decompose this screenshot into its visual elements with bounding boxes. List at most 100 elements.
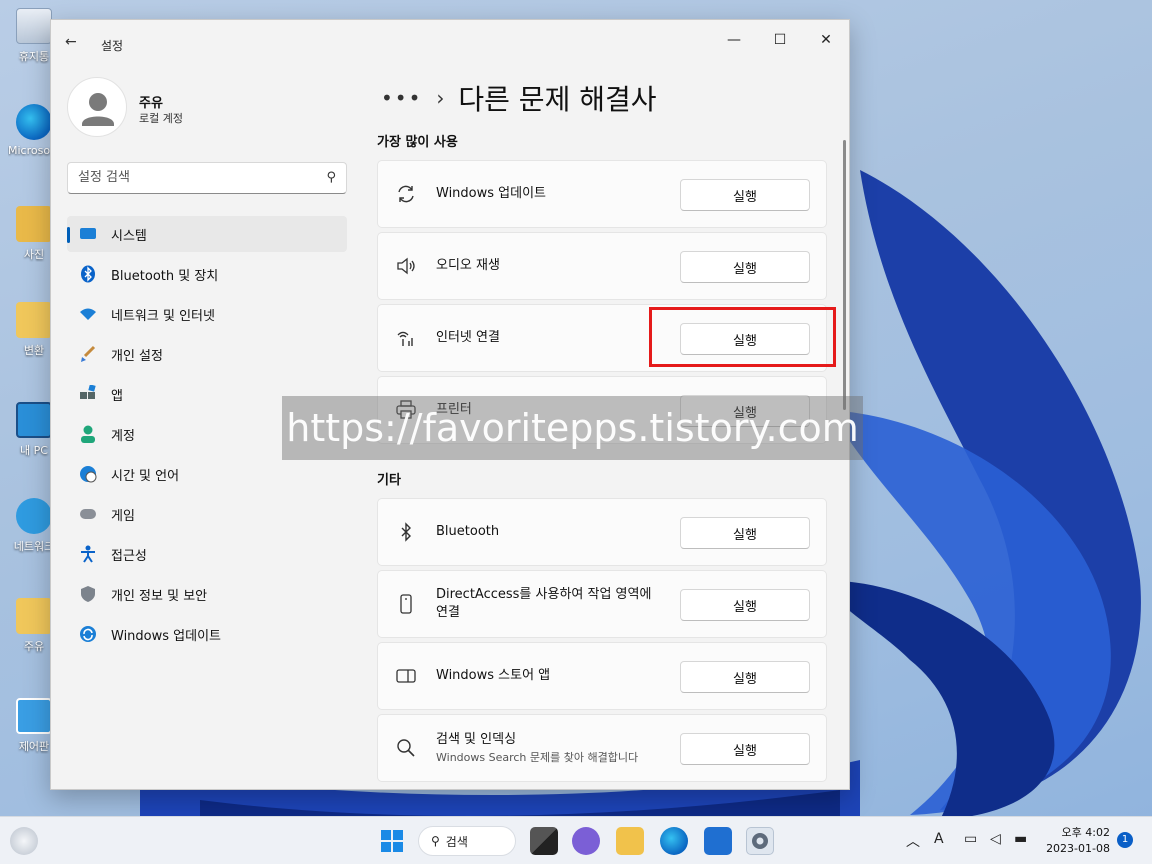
user-name: 주유 <box>139 96 163 111</box>
sidebar-item-bluetooth[interactable]: Bluetooth 및 장치 <box>67 256 347 292</box>
avatar[interactable] <box>67 77 127 137</box>
bluetooth-icon <box>79 265 97 283</box>
chevron-right-icon: › <box>436 86 445 110</box>
sidebar-item-label: 계정 <box>111 428 135 444</box>
search-icon: ⚲ <box>431 834 440 848</box>
gamepad-icon <box>79 505 97 523</box>
chevron-up-icon[interactable]: ︿ <box>906 831 920 851</box>
brush-icon <box>79 345 97 363</box>
troubleshooter-search-indexing: 검색 및 인덱싱 Windows Search 문제를 찾아 해결합니다 실행 <box>377 714 827 782</box>
highlight-box <box>649 307 836 367</box>
folder-icon <box>16 598 52 634</box>
search-icon[interactable]: ⚲ <box>326 170 336 185</box>
settings-search[interactable]: ⚲ <box>67 162 347 194</box>
sidebar-item-label: Windows 업데이트 <box>111 628 222 644</box>
clock-date: 2023-01-08 <box>1046 842 1110 855</box>
account-icon <box>79 425 97 443</box>
troubleshooter-store-apps: Windows 스토어 앱 실행 <box>377 642 827 710</box>
troubleshooter-audio: 오디오 재생 실행 <box>377 232 827 300</box>
troubleshooter-bluetooth: Bluetooth 실행 <box>377 498 827 566</box>
person-icon <box>82 93 114 126</box>
back-arrow-icon[interactable]: ← <box>65 34 77 50</box>
sidebar-item-network[interactable]: 네트워크 및 인터넷 <box>67 296 347 332</box>
page-title: 다른 문제 해결사 <box>458 83 657 116</box>
clock[interactable]: 오후 4:02 2023-01-08 <box>1044 825 1110 857</box>
bluetooth-icon <box>394 520 418 544</box>
sidebar-item-label: 개인 설정 <box>111 348 163 364</box>
section-title-other: 기타 <box>377 473 401 488</box>
wifi-icon <box>79 305 97 323</box>
notification-badge[interactable]: 1 <box>1117 832 1133 848</box>
accessibility-icon <box>79 545 97 563</box>
app-title: 설정 <box>101 39 124 53</box>
refresh-icon <box>394 182 418 206</box>
edge-icon[interactable] <box>660 827 688 855</box>
folder-icon <box>16 206 52 242</box>
store-icon[interactable] <box>704 827 732 855</box>
network-antenna-icon <box>394 326 418 350</box>
speaker-icon <box>394 254 418 278</box>
system-icon <box>79 225 97 243</box>
close-button[interactable]: ✕ <box>803 28 849 52</box>
recycle-bin-icon <box>16 8 52 44</box>
sidebar-item-label: 시간 및 언어 <box>111 468 180 484</box>
breadcrumb: ••• › 다른 문제 해결사 <box>381 78 657 118</box>
sidebar-item-label: 접근성 <box>111 548 147 564</box>
taskbar-search-label: 검색 <box>445 834 468 849</box>
sidebar-item-label: Bluetooth 및 장치 <box>111 268 219 284</box>
volume-icon[interactable]: ◁ <box>990 831 1001 847</box>
battery-icon[interactable]: ▬ <box>1014 831 1027 847</box>
watermark-url: https://favoritepps.tistory.com <box>282 396 863 460</box>
ime-indicator[interactable]: A <box>934 831 944 847</box>
taskbar-search[interactable]: ⚲ 검색 <box>418 826 516 856</box>
account-type: 로컬 계정 <box>139 112 183 125</box>
settings-gear-icon[interactable] <box>746 827 774 855</box>
run-button-search-indexing[interactable]: 실행 <box>680 733 810 765</box>
run-button-audio[interactable]: 실행 <box>680 251 810 283</box>
file-explorer-icon[interactable] <box>616 827 644 855</box>
search-input[interactable] <box>78 170 308 185</box>
start-windows-icon[interactable] <box>378 827 406 855</box>
chat-icon[interactable] <box>572 827 600 855</box>
globe-clock-icon <box>79 465 97 483</box>
control-panel-icon <box>16 698 52 734</box>
task-view-icon[interactable] <box>530 827 558 855</box>
shield-icon <box>79 585 97 603</box>
sidebar-item-time-language[interactable]: 시간 및 언어 <box>67 456 347 492</box>
sidebar-item-privacy-security[interactable]: 개인 정보 및 보안 <box>67 576 347 612</box>
sidebar-item-personalization[interactable]: 개인 설정 <box>67 336 347 372</box>
phone-device-icon <box>394 592 418 616</box>
network-icon[interactable]: ▭ <box>964 831 977 847</box>
run-button-bluetooth[interactable]: 실행 <box>680 517 810 549</box>
sidebar-item-system[interactable]: 시스템 <box>67 216 347 252</box>
apps-icon <box>79 385 97 403</box>
breadcrumb-more-button[interactable]: ••• <box>381 86 422 110</box>
sidebar-item-accessibility[interactable]: 접근성 <box>67 536 347 572</box>
sidebar-item-label: 앱 <box>111 388 123 404</box>
troubleshooter-windows-update: Windows 업데이트 실행 <box>377 160 827 228</box>
scrollbar[interactable] <box>843 140 846 410</box>
clock-time: 오후 4:02 <box>1061 826 1110 839</box>
widgets-icon[interactable] <box>10 827 38 855</box>
taskbar: ⚲ 검색 ︿ A ▭ ◁ ▬ 오후 4:02 2023-01-08 1 <box>0 816 1152 864</box>
sidebar-item-label: 게임 <box>111 508 135 524</box>
maximize-button[interactable]: ☐ <box>757 28 803 52</box>
run-button-directaccess[interactable]: 실행 <box>680 589 810 621</box>
update-icon <box>79 625 97 643</box>
sidebar-item-label: 개인 정보 및 보안 <box>111 588 208 604</box>
network-icon <box>16 498 52 534</box>
folder-icon <box>16 302 52 338</box>
edge-icon <box>16 104 52 140</box>
sidebar-item-label: 시스템 <box>111 228 147 244</box>
sidebar-item-windows-update[interactable]: Windows 업데이트 <box>67 616 347 652</box>
title-bar: ← 설정 — ☐ ✕ <box>51 20 849 56</box>
section-title-most-used: 가장 많이 사용 <box>377 135 458 150</box>
minimize-button[interactable]: — <box>711 28 757 52</box>
run-button-windows-update[interactable]: 실행 <box>680 179 810 211</box>
app-window-icon <box>394 664 418 688</box>
search-icon <box>394 736 418 760</box>
sidebar-item-gaming[interactable]: 게임 <box>67 496 347 532</box>
run-button-store-apps[interactable]: 실행 <box>680 661 810 693</box>
wallpaper-bloom <box>820 170 1141 820</box>
troubleshooter-label: DirectAccess를 사용하여 작업 영역에 연결 <box>436 587 652 620</box>
